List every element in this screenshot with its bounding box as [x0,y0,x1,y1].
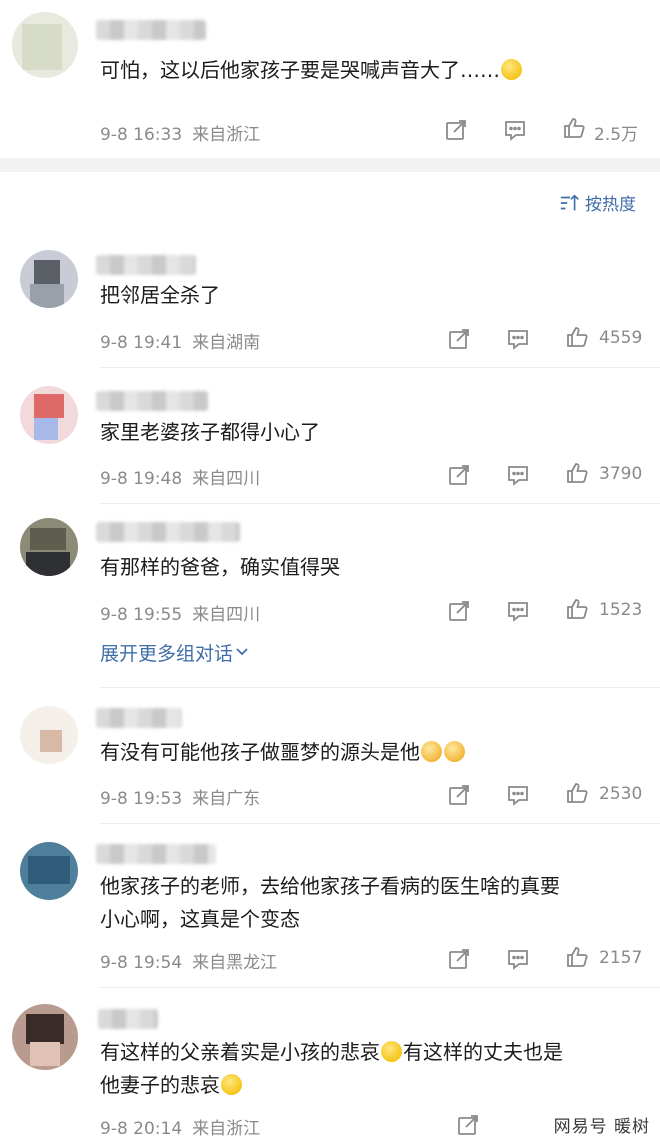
divider [100,687,660,688]
sort-label: 按热度 [585,195,636,215]
avatar[interactable] [20,706,78,764]
username-blurred[interactable] [96,20,206,40]
like-count: 2530 [599,784,643,804]
divider [100,987,660,988]
divider [100,823,660,824]
comment-text-line: 小心啊，这真是个变态 [100,907,300,931]
like-count: 2157 [599,948,643,968]
divider [100,503,660,504]
username-blurred[interactable] [98,1009,158,1029]
expand-more-replies-link[interactable]: 展开更多组对话 [100,639,249,666]
comment-icon[interactable] [506,327,530,351]
avatar[interactable] [12,12,78,78]
username-blurred[interactable] [96,255,196,275]
comment-icon[interactable] [506,599,530,623]
comment-meta: 9-8 19:55 来自四川 [100,600,260,625]
comment-text: 有没有可能他孩子做噩梦的源头是他 [100,736,634,769]
share-icon[interactable] [447,947,471,971]
like-count: 4559 [599,328,643,348]
section-divider [0,158,660,172]
comment-date: 9-8 19:41 [100,333,183,353]
sort-by-heat-button[interactable]: 按热度 [559,190,636,215]
comment-text-line: 有这样的父亲着实是小孩的悲哀 有这样的丈夫也是 [100,1040,563,1064]
like-count: 3790 [599,464,643,484]
comment-text: 可怕，这以后他家孩子要是哭喊声音大了…… [100,54,634,87]
like-icon[interactable] [565,945,589,969]
username-blurred[interactable] [96,708,182,728]
comment-date: 9-8 16:33 [100,125,183,145]
comment-meta: 9-8 19:53 来自广东 [100,784,260,809]
comment-location: 来自四川 [192,469,261,489]
comment-location: 来自浙江 [192,1119,261,1139]
username-blurred[interactable] [96,844,216,864]
comment-location: 来自四川 [192,605,261,625]
comment-location: 来自黑龙江 [192,953,278,973]
comment-meta: 9-8 16:33 来自浙江 [100,120,260,145]
like-count: 2.5万 [594,125,639,145]
comment-location: 来自湖南 [192,333,261,353]
like-icon[interactable] [565,461,589,485]
comment-meta: 9-8 19:41 来自湖南 [100,328,260,353]
avatar[interactable] [20,518,78,576]
top-comment: 可怕，这以后他家孩子要是哭喊声音大了…… 9-8 16:33 来自浙江 2.5万 [0,0,660,158]
avatar[interactable] [12,1004,78,1070]
dog-emoji-icon [444,741,465,762]
like-icon[interactable] [565,325,589,349]
share-icon[interactable] [447,327,471,351]
thinking-emoji-icon [381,1041,402,1062]
share-icon[interactable] [447,463,471,487]
like-icon[interactable] [565,781,589,805]
comment-text: 有这样的父亲着实是小孩的悲哀 有这样的丈夫也是 他妻子的悲哀 [100,1036,634,1102]
comment-date: 9-8 19:54 [100,953,183,973]
comment-meta: 9-8 20:14 来自浙江 [100,1114,260,1139]
comment-text-line: 他妻子的悲哀 [100,1069,634,1102]
comment-location: 来自广东 [192,789,261,809]
comment-text: 有那样的爸爸，确实值得哭 [100,555,340,579]
share-icon[interactable] [444,118,468,142]
username-blurred[interactable] [96,391,208,411]
comment-date: 9-8 19:53 [100,789,183,809]
comment-icon[interactable] [506,783,530,807]
thinking-emoji-icon [221,1074,242,1095]
divider [100,367,660,368]
comment-text: 他家孩子的老师，去给他家孩子看病的医生啥的真要 小心啊，这真是个变态 [100,870,634,936]
comment-date: 9-8 20:14 [100,1119,183,1139]
username-blurred[interactable] [96,522,240,542]
like-icon[interactable] [562,116,586,140]
comment-text: 家里老婆孩子都得小心了 [100,420,320,444]
comment-text-line: 他家孩子的老师，去给他家孩子看病的医生啥的真要 [100,874,560,898]
comment-icon[interactable] [506,947,530,971]
sort-bar: 按热度 [0,190,660,226]
comment-icon[interactable] [503,118,527,142]
watermark: 网易号 暖树 [553,1117,650,1137]
comment-meta: 9-8 19:48 来自四川 [100,464,260,489]
like-count: 1523 [599,600,643,620]
chevron-down-icon [236,648,248,656]
share-icon[interactable] [447,783,471,807]
dog-emoji-icon [421,741,442,762]
comment-date: 9-8 19:55 [100,605,183,625]
avatar[interactable] [20,842,78,900]
avatar[interactable] [20,250,78,308]
avatar[interactable] [20,386,78,444]
comment-meta: 9-8 19:54 来自黑龙江 [100,948,277,973]
like-icon[interactable] [565,597,589,621]
share-icon[interactable] [447,599,471,623]
smile-emoji-icon [501,59,522,80]
sort-icon [560,193,579,210]
comment-location: 来自浙江 [192,125,261,145]
share-icon[interactable] [456,1113,480,1137]
comment-date: 9-8 19:48 [100,469,183,489]
expand-label: 展开更多组对话 [100,643,234,665]
comment-text: 把邻居全杀了 [100,283,220,307]
comment-icon[interactable] [506,463,530,487]
